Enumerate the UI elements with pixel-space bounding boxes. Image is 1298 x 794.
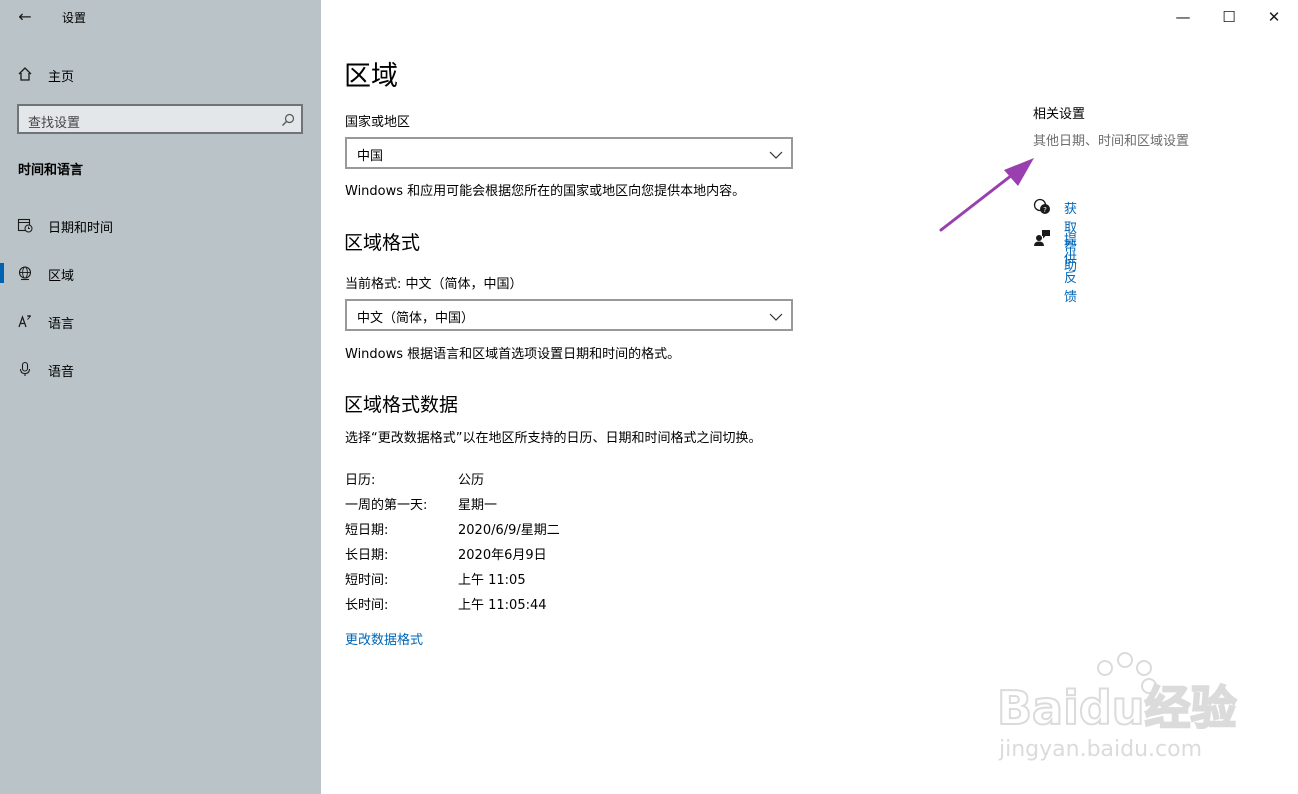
sidebar-group-title: 时间和语言 <box>18 163 84 178</box>
related-settings-title: 相关设置 <box>1033 107 1086 122</box>
watermark-url: jingyan.baidu.com <box>998 737 1202 762</box>
format-data-label: 长日期: <box>345 548 389 563</box>
country-description: Windows 和应用可能会根据您所在的国家或地区向您提供本地内容。 <box>345 184 746 199</box>
sidebar-item-label: 日期和时间 <box>48 221 114 236</box>
format-select-value: 中文（简体，中国） <box>357 311 475 326</box>
format-heading: 区域格式 <box>344 232 421 254</box>
sidebar: ← 设置 主页 查找设置 时间和语言 日期和时间 区域 语言 语音 <box>0 0 321 794</box>
sidebar-item-label: 语音 <box>48 365 75 380</box>
page-title: 区域 <box>344 61 398 92</box>
feedback-person-icon <box>1033 229 1051 247</box>
format-data-label: 短日期: <box>345 523 389 538</box>
format-data-value: 上午 11:05:44 <box>458 598 547 613</box>
format-data-heading: 区域格式数据 <box>344 394 459 416</box>
app-title: 设置 <box>62 11 87 25</box>
search-placeholder: 查找设置 <box>28 116 81 131</box>
country-select[interactable]: 中国 <box>345 137 793 169</box>
annotation-arrow <box>939 158 1034 232</box>
sidebar-item-label: 区域 <box>48 269 75 284</box>
sidebar-item-region[interactable]: 区域 <box>0 253 321 293</box>
sidebar-item-date-time[interactable]: 日期和时间 <box>0 205 321 245</box>
give-feedback-label: 提供反馈 <box>1064 233 1078 305</box>
calendar-clock-icon <box>17 217 33 233</box>
format-current-label: 当前格式: 中文（简体，中国） <box>345 277 523 292</box>
search-input[interactable]: 查找设置 <box>17 104 303 134</box>
baidu-watermark: Baidu经验 jingyan.baidu.com <box>996 648 1297 788</box>
sidebar-item-speech[interactable]: 语音 <box>0 349 321 389</box>
globe-icon <box>17 265 33 281</box>
format-description: Windows 根据语言和区域首选项设置日期和时间的格式。 <box>345 347 681 362</box>
sidebar-item-home[interactable]: 主页 <box>0 54 321 94</box>
format-data-value: 公历 <box>458 473 485 488</box>
sidebar-item-label: 语言 <box>48 317 75 332</box>
format-select[interactable]: 中文（简体，中国） <box>345 299 793 331</box>
minimize-button[interactable]: — <box>1165 4 1201 30</box>
format-data-value: 星期一 <box>458 498 498 513</box>
chat-help-icon: ? <box>1033 198 1051 216</box>
chevron-down-icon <box>769 147 783 161</box>
chevron-down-icon <box>769 309 783 323</box>
format-data-label: 日历: <box>345 473 376 488</box>
sidebar-item-language[interactable]: 语言 <box>0 301 321 341</box>
format-data-label: 长时间: <box>345 598 389 613</box>
maximize-button[interactable]: ☐ <box>1211 4 1247 30</box>
country-select-value: 中国 <box>357 149 384 164</box>
language-icon <box>17 313 33 329</box>
watermark-brand: Baidu经验 <box>997 681 1237 735</box>
sidebar-item-label: 主页 <box>48 70 75 85</box>
microphone-icon <box>17 361 33 377</box>
format-data-label: 短时间: <box>345 573 389 588</box>
change-data-format-link[interactable]: 更改数据格式 <box>345 629 423 648</box>
format-data-value: 上午 11:05 <box>458 573 526 588</box>
close-button[interactable]: ✕ <box>1256 4 1292 30</box>
format-data-value: 2020/6/9/星期二 <box>458 523 560 538</box>
format-data-label: 一周的第一天: <box>345 498 428 513</box>
main-content: — ☐ ✕ 区域 国家或地区 中国 Windows 和应用可能会根据您所在的国家… <box>321 0 1298 794</box>
country-label: 国家或地区 <box>345 115 411 130</box>
home-icon <box>17 66 33 82</box>
active-indicator <box>0 263 4 283</box>
format-data-value: 2020年6月9日 <box>458 548 547 563</box>
back-arrow-icon[interactable]: ← <box>14 6 36 28</box>
format-data-description: 选择“更改数据格式”以在地区所支持的日历、日期和时间格式之间切换。 <box>345 431 762 446</box>
search-icon <box>281 112 295 126</box>
svg-text:?: ? <box>1043 206 1047 214</box>
additional-date-time-region-link[interactable]: 其他日期、时间和区域设置 <box>1033 130 1189 149</box>
